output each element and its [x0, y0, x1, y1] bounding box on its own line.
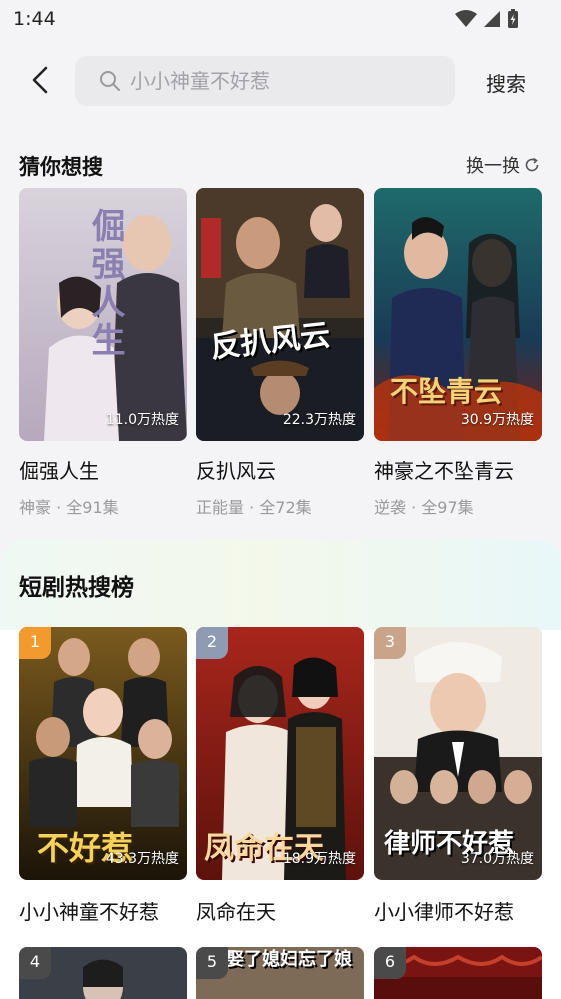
heat-label: 18.9万热度	[282, 851, 356, 867]
rank-badge: 2	[196, 627, 228, 659]
poster-image: 4	[19, 947, 187, 999]
guess-card[interactable]: 反扒风云 22.3万热度 反扒风云 正能量 · 全72集	[196, 188, 364, 518]
hot-card[interactable]: 不好惹 1 43.3万热度 小小神童不好惹	[19, 627, 187, 925]
card-title: 反扒风云	[196, 459, 276, 483]
poster-title-text: 娶了媳妇忘了娘	[226, 949, 352, 970]
hot-section-title: 短剧热搜榜	[19, 575, 134, 601]
hot-card[interactable]: 6	[374, 947, 542, 999]
search-box[interactable]	[75, 56, 455, 106]
poster-title-text: 不坠青云	[390, 375, 503, 408]
card-title: 神豪之不坠青云	[374, 459, 514, 483]
rank-badge: 3	[374, 627, 406, 659]
guess-section-title: 猜你想搜	[19, 155, 103, 179]
refresh-icon	[525, 157, 539, 172]
status-icons	[455, 9, 519, 29]
wifi-icon	[455, 10, 477, 27]
poster-image: 倔强人生 11.0万热度	[19, 188, 187, 441]
refresh-button[interactable]: 换一换	[466, 152, 540, 178]
search-input[interactable]	[130, 56, 440, 106]
heat-label: 11.0万热度	[105, 412, 179, 428]
rank-badge: 5	[196, 947, 228, 979]
guess-card[interactable]: 不坠青云 30.9万热度 神豪之不坠青云 逆袭 · 全97集	[374, 188, 542, 518]
poster-image: 凤命在天 2 18.9万热度	[196, 627, 364, 880]
status-bar: 1:44	[0, 0, 561, 40]
search-icon	[100, 71, 120, 91]
refresh-label: 换一换	[466, 156, 520, 177]
status-time: 1:44	[13, 8, 56, 30]
poster-image: 不坠青云 30.9万热度	[374, 188, 542, 441]
poster-title-text: 倔强人生	[85, 208, 125, 360]
heat-label: 22.3万热度	[282, 412, 356, 428]
card-title: 小小神童不好惹	[19, 900, 159, 924]
card-meta: 神豪 · 全91集	[19, 498, 119, 517]
poster-image: 反扒风云 22.3万热度	[196, 188, 364, 441]
heat-label: 43.3万热度	[105, 851, 179, 867]
signal-icon	[484, 11, 500, 27]
battery-icon	[508, 9, 518, 28]
poster-image: 不好惹 1 43.3万热度	[19, 627, 187, 880]
hot-card[interactable]: 4	[19, 947, 187, 999]
poster-image: 6	[374, 947, 542, 999]
search-header: 搜索	[0, 52, 561, 110]
card-meta: 逆袭 · 全97集	[374, 498, 474, 517]
poster-image: 娶了媳妇忘了娘 5	[196, 947, 364, 999]
search-button[interactable]: 搜索	[486, 68, 526, 97]
poster-image: 律师不好惹 3 37.0万热度	[374, 627, 542, 880]
guess-card[interactable]: 倔强人生 11.0万热度 倔强人生 神豪 · 全91集	[19, 188, 187, 518]
back-button[interactable]	[22, 62, 58, 98]
rank-badge: 4	[19, 947, 51, 979]
card-meta: 正能量 · 全72集	[196, 498, 312, 517]
hot-card[interactable]: 娶了媳妇忘了娘 5	[196, 947, 364, 999]
rank-badge: 1	[19, 627, 51, 659]
card-title: 倔强人生	[19, 459, 99, 483]
card-title: 小小律师不好惹	[374, 900, 514, 924]
card-title: 凤命在天	[196, 900, 276, 924]
rank-badge: 6	[374, 947, 406, 979]
heat-label: 30.9万热度	[460, 412, 534, 428]
hot-card[interactable]: 律师不好惹 3 37.0万热度 小小律师不好惹	[374, 627, 542, 925]
heat-label: 37.0万热度	[460, 851, 534, 867]
chevron-left-icon	[32, 66, 48, 94]
hot-card[interactable]: 凤命在天 2 18.9万热度 凤命在天	[196, 627, 364, 925]
